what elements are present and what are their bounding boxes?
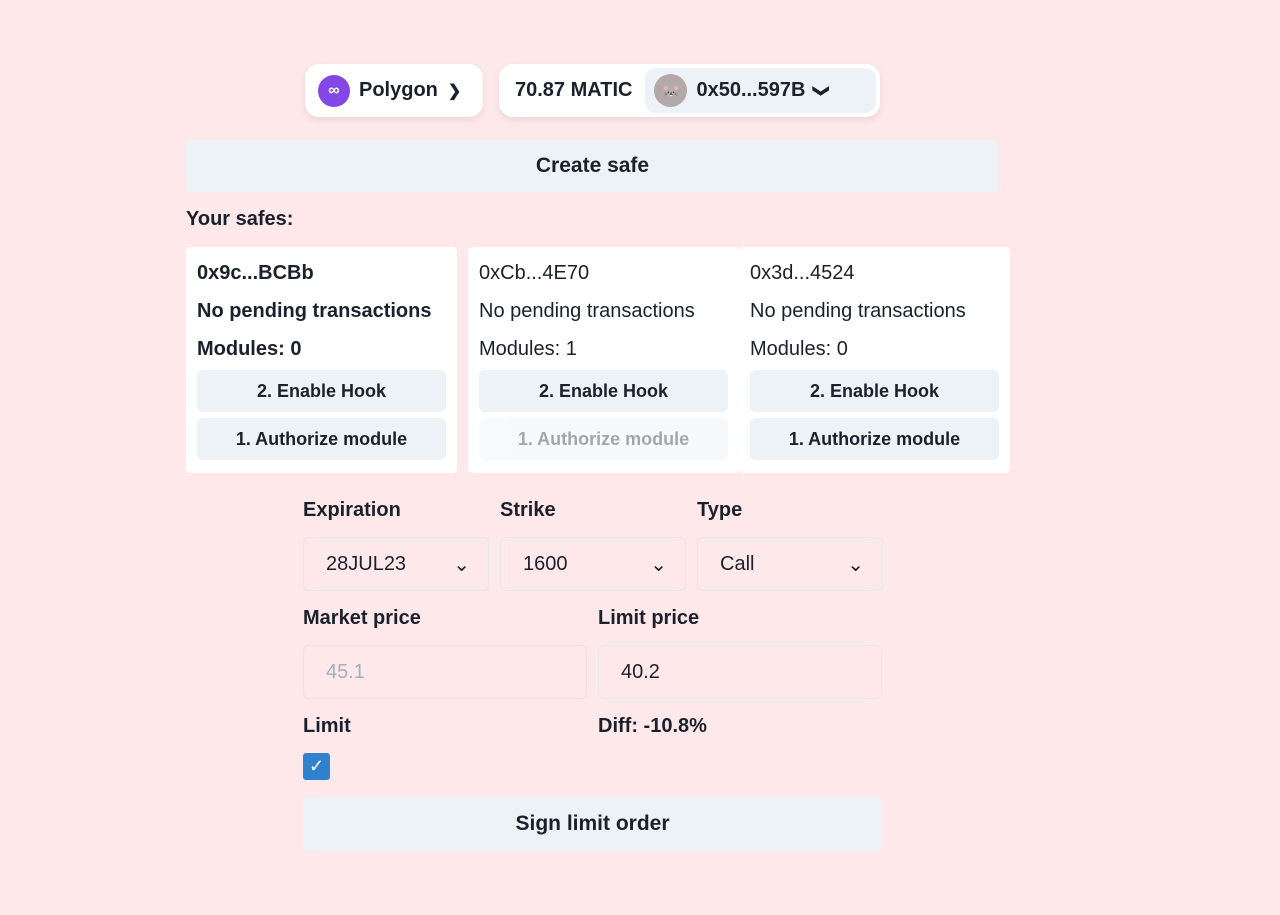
network-name: Polygon bbox=[359, 79, 438, 101]
balance: 70.87 MATIC bbox=[515, 79, 633, 101]
safe-card: 0x9c...BCBb No pending transactions Modu… bbox=[186, 247, 457, 473]
authorize-module-button[interactable]: 1. Authorize module bbox=[197, 418, 446, 460]
safe-status: No pending transactions bbox=[479, 300, 695, 322]
sign-limit-order-button[interactable]: Sign limit order bbox=[303, 797, 882, 851]
safe-card: 0xCb...4E70 No pending transactions Modu… bbox=[468, 247, 739, 473]
safe-status: No pending transactions bbox=[197, 300, 432, 322]
enable-hook-button[interactable]: 2. Enable Hook bbox=[750, 370, 999, 412]
safe-address: 0x9c...BCBb bbox=[197, 262, 314, 284]
safe-address: 0xCb...4E70 bbox=[479, 262, 590, 284]
enable-hook-button[interactable]: 2. Enable Hook bbox=[479, 370, 728, 412]
polygon-icon: ∞ bbox=[318, 74, 350, 107]
expiration-value: 28JUL23 bbox=[326, 552, 407, 575]
safe-address: 0x3d...4524 bbox=[750, 262, 855, 284]
market-price-label: Market price bbox=[303, 607, 421, 629]
chevron-down-icon: ⌄ bbox=[847, 553, 864, 576]
limit-price-label: Limit price bbox=[598, 607, 700, 629]
authorize-module-button[interactable]: 1. Authorize module bbox=[750, 418, 999, 460]
chevron-down-icon: ❯ bbox=[813, 83, 831, 98]
safe-modules: Modules: 0 bbox=[197, 338, 302, 360]
strike-select[interactable]: 1600 ⌄ bbox=[500, 537, 686, 591]
expiration-label: Expiration bbox=[303, 499, 401, 521]
account-widget: 70.87 MATIC 🐭 0x50...597B ❯ bbox=[499, 64, 880, 117]
diff-text: Diff: -10.8% bbox=[598, 715, 707, 737]
market-price-input: 45.1 bbox=[303, 645, 587, 699]
safe-status: No pending transactions bbox=[750, 300, 966, 322]
strike-value: 1600 bbox=[523, 552, 568, 575]
network-selector[interactable]: ∞ Polygon ❯ bbox=[305, 64, 483, 117]
safe-modules: Modules: 1 bbox=[479, 338, 577, 360]
enable-hook-button[interactable]: 2. Enable Hook bbox=[197, 370, 446, 412]
safe-card: 0x3d...4524 No pending transactions Modu… bbox=[739, 247, 1010, 473]
strike-label: Strike bbox=[500, 499, 556, 521]
avatar: 🐭 bbox=[654, 74, 688, 107]
chevron-down-icon: ⌄ bbox=[453, 553, 470, 576]
create-safe-button[interactable]: Create safe bbox=[186, 140, 999, 192]
limit-checkbox[interactable]: ✓ bbox=[303, 753, 330, 780]
safe-modules: Modules: 0 bbox=[750, 338, 848, 360]
chevron-down-icon: ⌄ bbox=[650, 553, 667, 576]
limit-price-input[interactable]: 40.2 bbox=[598, 645, 882, 699]
type-select[interactable]: Call ⌄ bbox=[697, 537, 883, 591]
type-label: Type bbox=[697, 499, 743, 521]
account-button[interactable]: 🐭 0x50...597B ❯ bbox=[645, 68, 876, 113]
chevron-down-icon: ❯ bbox=[447, 82, 462, 100]
account-address: 0x50...597B bbox=[696, 79, 806, 101]
limit-label: Limit bbox=[303, 715, 351, 737]
type-value: Call bbox=[720, 552, 755, 575]
authorize-module-button[interactable]: 1. Authorize module bbox=[479, 418, 728, 460]
expiration-select[interactable]: 28JUL23 ⌄ bbox=[303, 537, 489, 591]
safes-heading: Your safes: bbox=[186, 208, 294, 230]
